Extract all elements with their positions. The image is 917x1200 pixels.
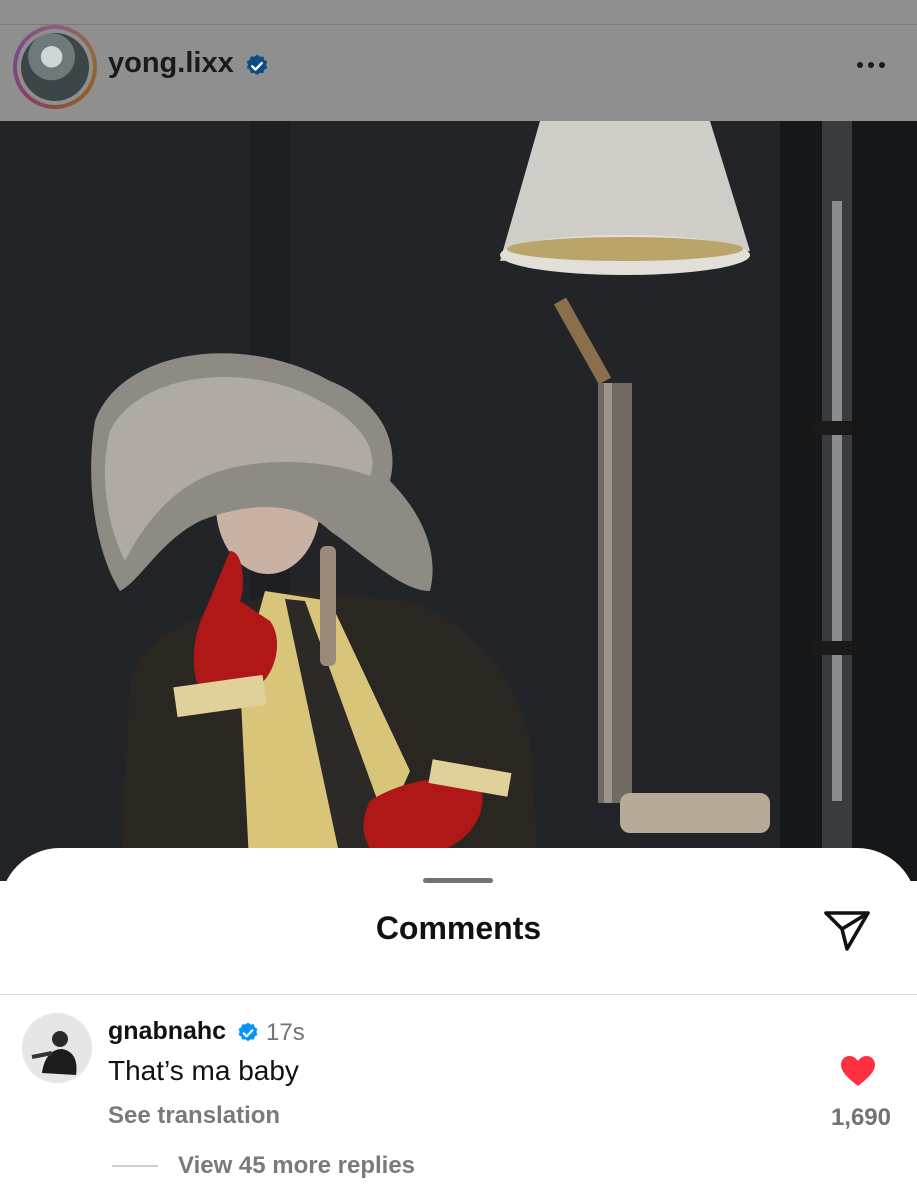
- view-replies-button[interactable]: View 45 more replies: [178, 1152, 415, 1180]
- commenter-avatar-image: [22, 1013, 92, 1083]
- sheet-divider: [0, 994, 917, 995]
- commenter-avatar[interactable]: [22, 1013, 92, 1083]
- comments-sheet: Comments gnabnahc 17s That’s ma baby See…: [0, 848, 917, 1200]
- post-username[interactable]: yong.lixx: [108, 47, 234, 80]
- post-photo[interactable]: [0, 121, 917, 881]
- sheet-title: Comments: [375, 910, 542, 946]
- profile-avatar-story-ring[interactable]: [13, 25, 97, 109]
- comment-timestamp: 17s: [266, 1019, 305, 1046]
- comment-text: That’s ma baby: [108, 1055, 299, 1086]
- post-header: yong.lixx: [0, 0, 917, 121]
- like-count: 1,690: [830, 1104, 891, 1131]
- more-horizontal-icon: [857, 62, 863, 68]
- profile-avatar[interactable]: [21, 33, 89, 101]
- replies-divider: [112, 1165, 158, 1167]
- post-photo-illustration: [0, 121, 917, 881]
- heart-filled-icon[interactable]: [840, 1055, 876, 1087]
- send-icon[interactable]: [822, 905, 872, 953]
- verified-badge-icon: [246, 54, 268, 75]
- more-options-button[interactable]: [848, 48, 894, 82]
- header-divider: [0, 24, 917, 25]
- comment-username[interactable]: gnabnahc: [108, 1017, 226, 1046]
- verified-badge-icon: [238, 1022, 258, 1042]
- sheet-drag-handle[interactable]: [423, 878, 493, 883]
- see-translation-link[interactable]: See translation: [108, 1102, 280, 1130]
